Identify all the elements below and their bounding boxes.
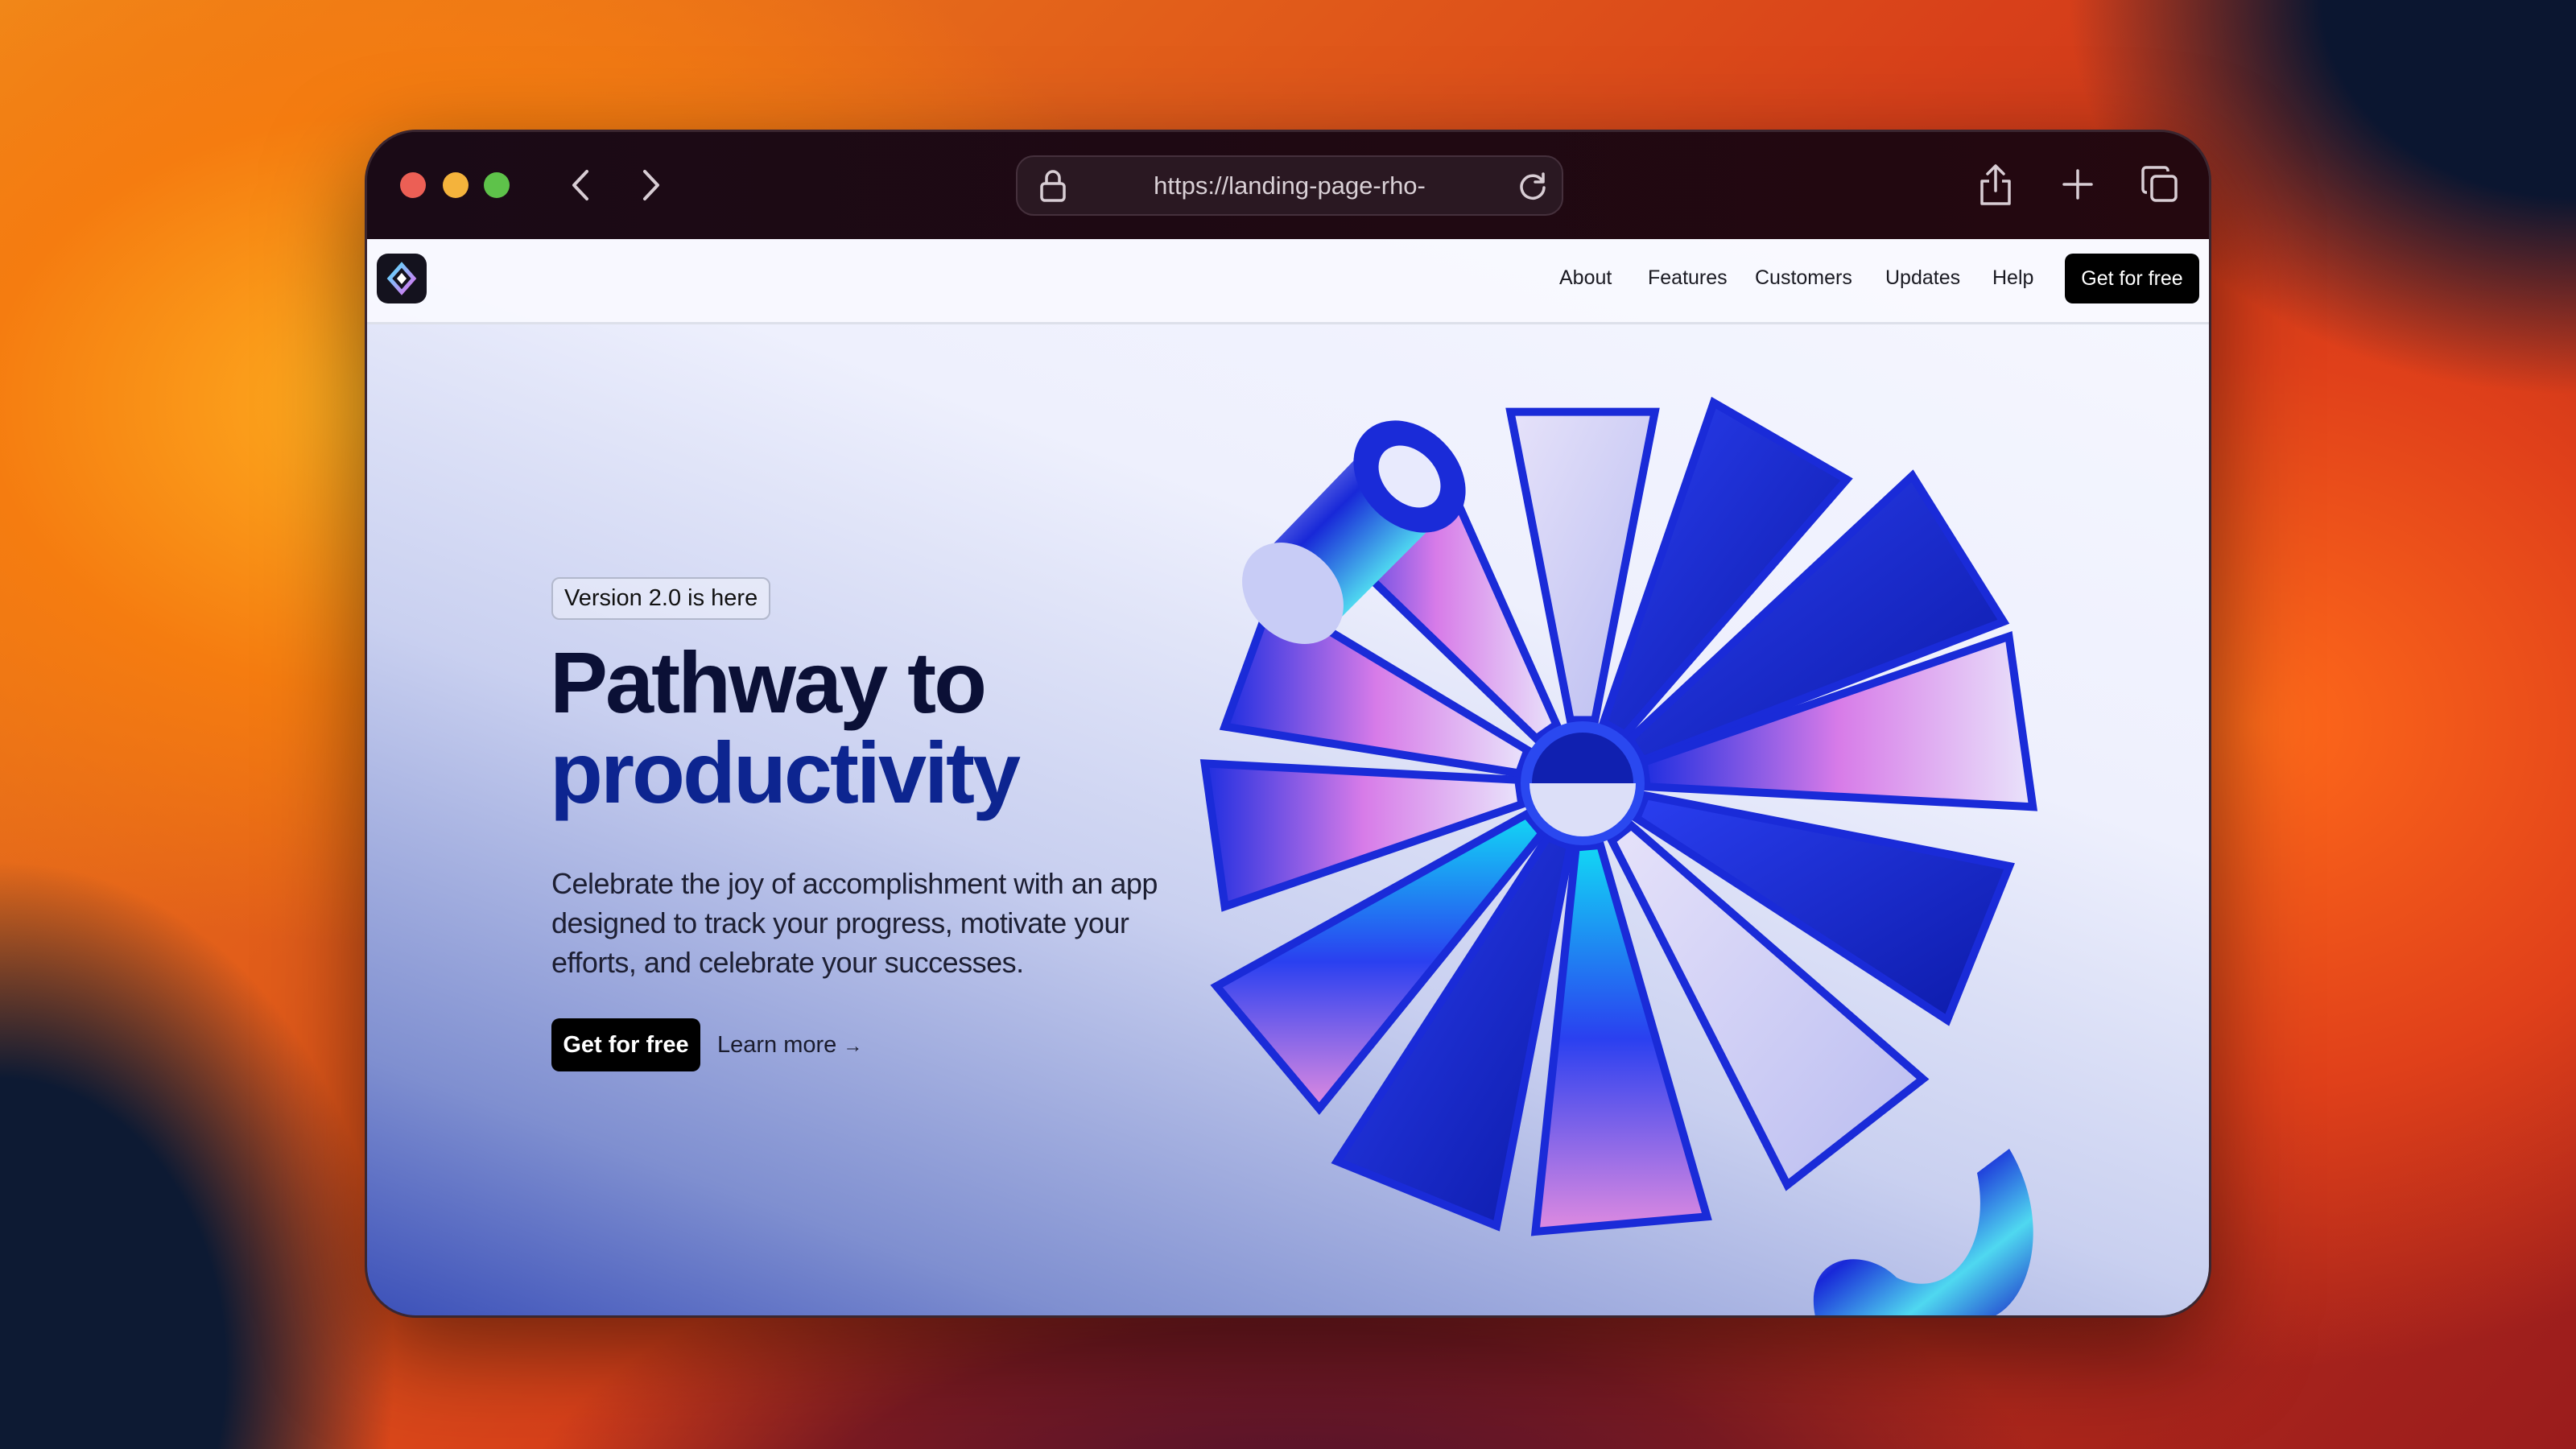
site-nav: About Features Customers Updates Help Ge… <box>367 239 2209 324</box>
tabs-icon[interactable] <box>2140 164 2180 204</box>
nav-get-for-free-button[interactable]: Get for free <box>2065 254 2199 303</box>
browser-window: https://landing-page-rho- About Features… <box>365 130 2211 1318</box>
nav-customers[interactable]: Customers <box>1755 266 1852 290</box>
hero-description: Celebrate the joy of accomplishment with… <box>551 867 1158 979</box>
logo[interactable] <box>377 254 427 303</box>
nav-features[interactable]: Features <box>1648 266 1728 290</box>
reload-icon[interactable] <box>1515 168 1550 204</box>
chevron-right-icon[interactable] <box>635 164 667 206</box>
close-window-button[interactable] <box>400 172 426 198</box>
nav-about[interactable]: About <box>1559 266 1612 290</box>
arrow-right-icon: → <box>843 1035 863 1057</box>
hero-title: Pathway to productivity <box>550 634 1021 821</box>
learn-more-label: Learn more <box>717 1032 837 1058</box>
hero-title-line2: productivity <box>550 724 1021 821</box>
nav-help[interactable]: Help <box>1992 266 2033 290</box>
url-text: https://landing-page-rho- <box>1154 171 1426 200</box>
nav-updates[interactable]: Updates <box>1885 266 1960 290</box>
browser-toolbar: https://landing-page-rho- <box>367 132 2209 239</box>
page-content: About Features Customers Updates Help Ge… <box>367 239 2209 1315</box>
zoom-window-button[interactable] <box>484 172 510 198</box>
learn-more-link[interactable]: Learn more → <box>717 1018 862 1073</box>
minimize-window-button[interactable] <box>443 172 469 198</box>
version-badge: Version 2.0 is here <box>551 577 771 620</box>
get-for-free-button[interactable]: Get for free <box>551 1018 700 1071</box>
chevron-left-icon[interactable] <box>564 164 597 206</box>
plus-icon[interactable] <box>2059 166 2096 203</box>
address-bar[interactable]: https://landing-page-rho- <box>1016 155 1563 216</box>
hero-title-line1: Pathway to <box>550 634 987 731</box>
hook-shape <box>1814 1149 2033 1315</box>
share-icon[interactable] <box>1977 163 2014 208</box>
